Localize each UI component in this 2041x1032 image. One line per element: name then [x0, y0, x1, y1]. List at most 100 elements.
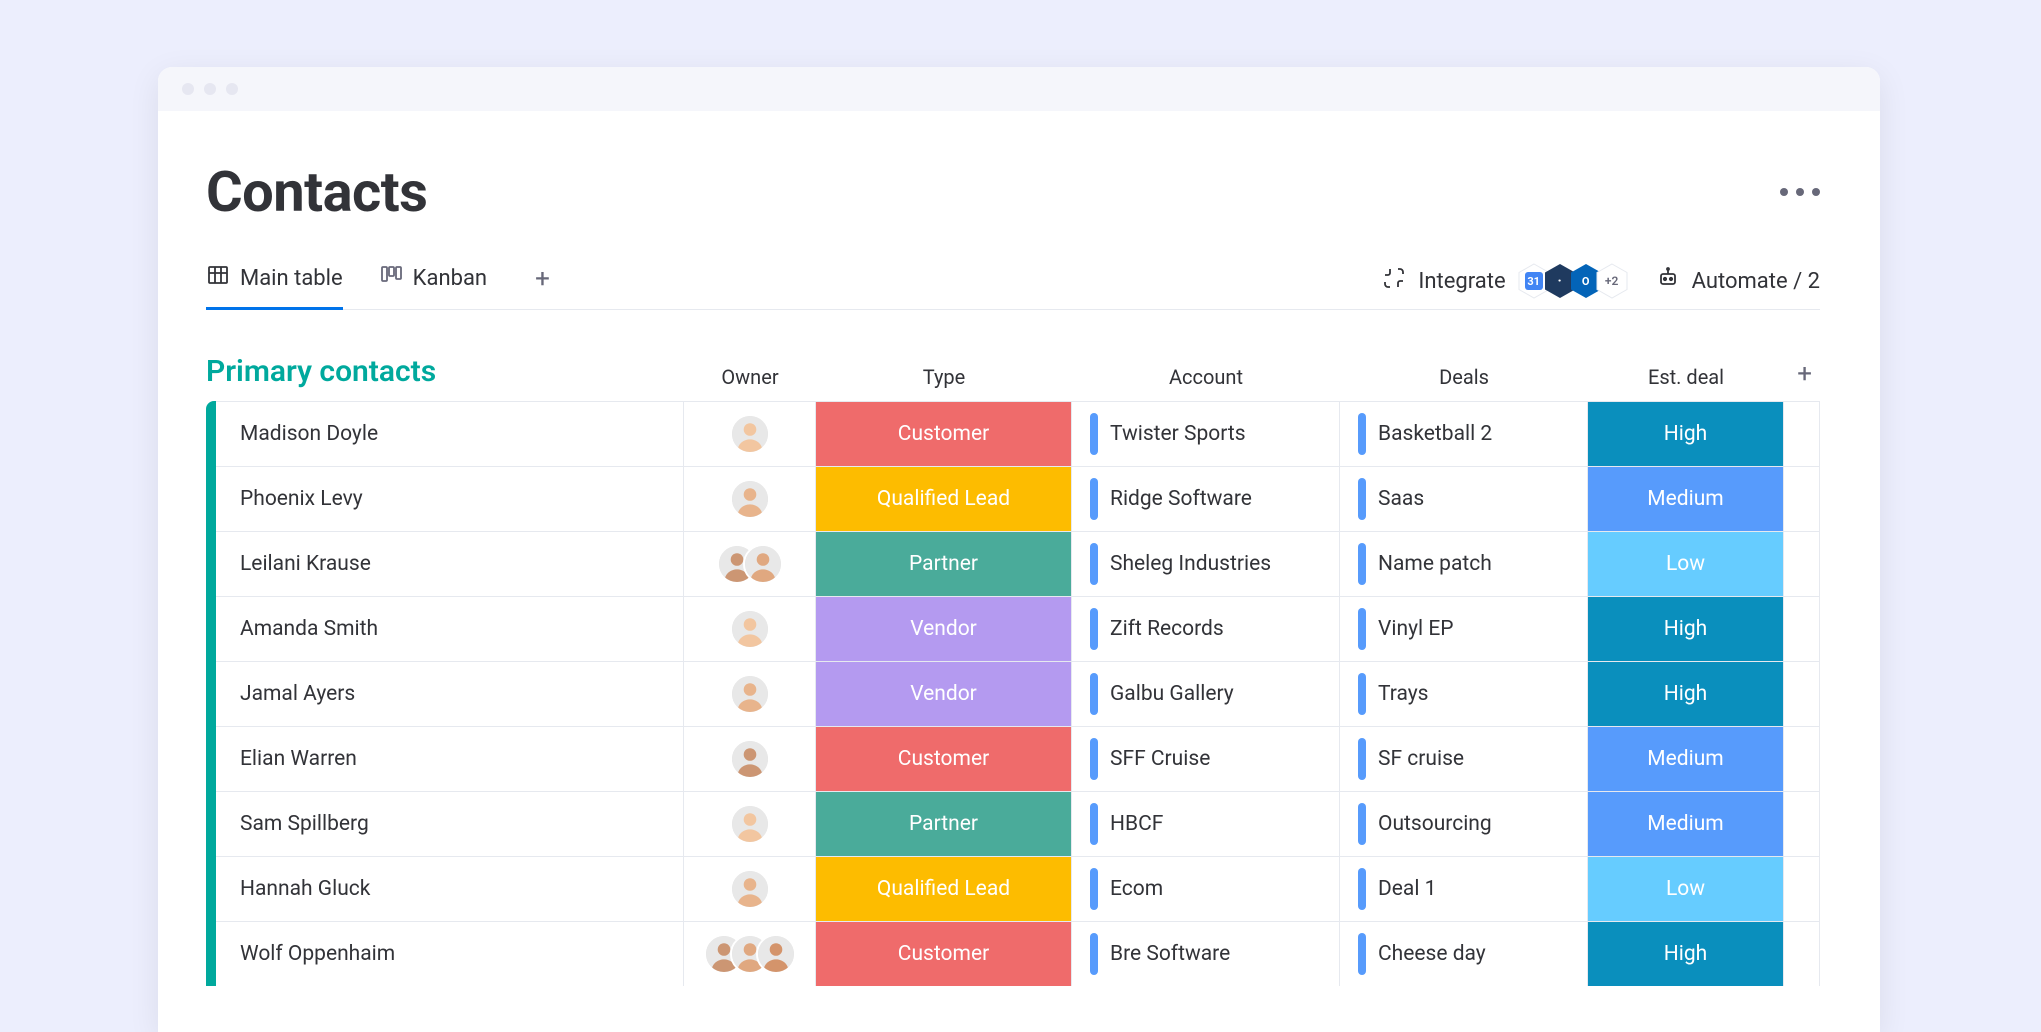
- est-deal-cell[interactable]: High: [1588, 402, 1784, 466]
- contact-name-cell[interactable]: Leilani Krause: [216, 532, 684, 596]
- empty-cell: [1784, 597, 1820, 661]
- deals-cell[interactable]: Saas: [1340, 467, 1588, 531]
- window-control-dot[interactable]: [182, 83, 194, 95]
- est-deal-cell[interactable]: High: [1588, 922, 1784, 986]
- owner-cell[interactable]: [684, 922, 816, 986]
- account-cell[interactable]: Twister Sports: [1072, 402, 1340, 466]
- contact-name-cell[interactable]: Jamal Ayers: [216, 662, 684, 726]
- table-row[interactable]: Phoenix Levy Qualified LeadRidge Software…: [216, 466, 1820, 531]
- type-cell[interactable]: Qualified Lead: [816, 467, 1072, 531]
- contact-name-cell[interactable]: Elian Warren: [216, 727, 684, 791]
- window-control-dot[interactable]: [226, 83, 238, 95]
- contact-name-cell[interactable]: Madison Doyle: [216, 402, 684, 466]
- account-name: Ecom: [1110, 877, 1163, 901]
- link-indicator: [1358, 673, 1366, 715]
- owner-cell[interactable]: [684, 662, 816, 726]
- account-cell[interactable]: Galbu Gallery: [1072, 662, 1340, 726]
- empty-cell: [1784, 532, 1820, 596]
- column-header-type[interactable]: Type: [816, 365, 1072, 389]
- est-deal-cell[interactable]: Medium: [1588, 467, 1784, 531]
- page-title: Contacts: [206, 159, 427, 225]
- owner-cell[interactable]: [684, 727, 816, 791]
- column-header-owner[interactable]: Owner: [684, 365, 816, 389]
- deals-cell[interactable]: Name patch: [1340, 532, 1588, 596]
- type-cell[interactable]: Vendor: [816, 662, 1072, 726]
- owner-cell[interactable]: [684, 597, 816, 661]
- table-row[interactable]: Amanda Smith VendorZift RecordsVinyl EPHi…: [216, 596, 1820, 661]
- table-row[interactable]: Hannah Gluck Qualified Lead Ecom Deal 1 Low: [216, 856, 1820, 921]
- account-cell[interactable]: Ridge Software: [1072, 467, 1340, 531]
- account-cell[interactable]: Zift Records: [1072, 597, 1340, 661]
- account-cell[interactable]: Sheleg Industries: [1072, 532, 1340, 596]
- account-name: SFF Cruise: [1110, 747, 1210, 771]
- link-indicator: [1358, 868, 1366, 910]
- more-menu-button[interactable]: [1780, 188, 1820, 196]
- deal-name: Trays: [1378, 682, 1429, 706]
- owner-cell[interactable]: [684, 857, 816, 921]
- owner-cell[interactable]: [684, 402, 816, 466]
- table-row[interactable]: Madison Doyle CustomerTwister SportsBaske…: [216, 401, 1820, 466]
- type-cell[interactable]: Qualified Lead: [816, 857, 1072, 921]
- deals-cell[interactable]: Basketball 2: [1340, 402, 1588, 466]
- deals-cell[interactable]: Cheese day: [1340, 922, 1588, 986]
- owner-cell[interactable]: [684, 467, 816, 531]
- tab-label: Kanban: [413, 266, 487, 291]
- contact-name-cell[interactable]: Hannah Gluck: [216, 857, 684, 921]
- contact-name-cell[interactable]: Wolf Oppenhaim: [216, 922, 684, 986]
- column-header-deals[interactable]: Deals: [1340, 365, 1588, 389]
- contact-name-cell[interactable]: Sam Spillberg: [216, 792, 684, 856]
- deals-cell[interactable]: Vinyl EP: [1340, 597, 1588, 661]
- type-cell[interactable]: Customer: [816, 727, 1072, 791]
- deal-name: Deal 1: [1378, 877, 1436, 901]
- account-cell[interactable]: SFF Cruise: [1072, 727, 1340, 791]
- table-row[interactable]: Jamal Ayers VendorGalbu Gallery Trays High: [216, 661, 1820, 726]
- account-cell[interactable]: Bre Software: [1072, 922, 1340, 986]
- empty-cell: [1784, 662, 1820, 726]
- column-header-account[interactable]: Account: [1072, 365, 1340, 389]
- type-cell[interactable]: Customer: [816, 922, 1072, 986]
- est-deal-cell[interactable]: High: [1588, 597, 1784, 661]
- deals-cell[interactable]: Deal 1: [1340, 857, 1588, 921]
- window-control-dot[interactable]: [204, 83, 216, 95]
- link-indicator: [1358, 608, 1366, 650]
- integrate-button[interactable]: Integrate 31 · O: [1382, 263, 1627, 299]
- account-cell[interactable]: HBCF: [1072, 792, 1340, 856]
- empty-cell: [1784, 857, 1820, 921]
- type-cell[interactable]: Partner: [816, 792, 1072, 856]
- est-deal-cell[interactable]: Low: [1588, 532, 1784, 596]
- contact-name-cell[interactable]: Amanda Smith: [216, 597, 684, 661]
- avatar: [756, 934, 796, 974]
- automate-button[interactable]: Automate / 2: [1656, 266, 1820, 296]
- owner-cell[interactable]: [684, 792, 816, 856]
- table-row[interactable]: Sam Spillberg PartnerHBCFOutsourcingMediu…: [216, 791, 1820, 856]
- est-deal-cell[interactable]: Medium: [1588, 727, 1784, 791]
- tab-main-table[interactable]: Main table: [206, 263, 343, 310]
- type-cell[interactable]: Customer: [816, 402, 1072, 466]
- tab-kanban[interactable]: Kanban: [379, 263, 487, 310]
- group-title[interactable]: Primary contacts: [206, 354, 684, 389]
- add-column-button[interactable]: +: [1784, 359, 1820, 389]
- table-row[interactable]: Leilani Krause PartnerSheleg IndustriesNa…: [216, 531, 1820, 596]
- empty-cell: [1784, 467, 1820, 531]
- deals-cell[interactable]: Trays: [1340, 662, 1588, 726]
- table-row[interactable]: Wolf Oppenhaim CustomerBre SoftwareCheese…: [216, 921, 1820, 986]
- table-row[interactable]: Elian Warren Customer SFF Cruise SF cruiseM…: [216, 726, 1820, 791]
- est-deal-cell[interactable]: Medium: [1588, 792, 1784, 856]
- add-view-button[interactable]: +: [535, 264, 550, 308]
- type-cell[interactable]: Partner: [816, 532, 1072, 596]
- account-cell[interactable]: Ecom: [1072, 857, 1340, 921]
- deals-cell[interactable]: SF cruise: [1340, 727, 1588, 791]
- window-titlebar: [158, 67, 1880, 111]
- est-deal-cell[interactable]: High: [1588, 662, 1784, 726]
- avatar: [730, 804, 770, 844]
- column-header-est-deal[interactable]: Est. deal: [1588, 365, 1784, 389]
- owner-cell[interactable]: [684, 532, 816, 596]
- empty-cell: [1784, 402, 1820, 466]
- est-deal-cell[interactable]: Low: [1588, 857, 1784, 921]
- deals-cell[interactable]: Outsourcing: [1340, 792, 1588, 856]
- avatar: [730, 739, 770, 779]
- avatar: [730, 609, 770, 649]
- contact-name-cell[interactable]: Phoenix Levy: [216, 467, 684, 531]
- type-cell[interactable]: Vendor: [816, 597, 1072, 661]
- link-indicator: [1090, 608, 1098, 650]
